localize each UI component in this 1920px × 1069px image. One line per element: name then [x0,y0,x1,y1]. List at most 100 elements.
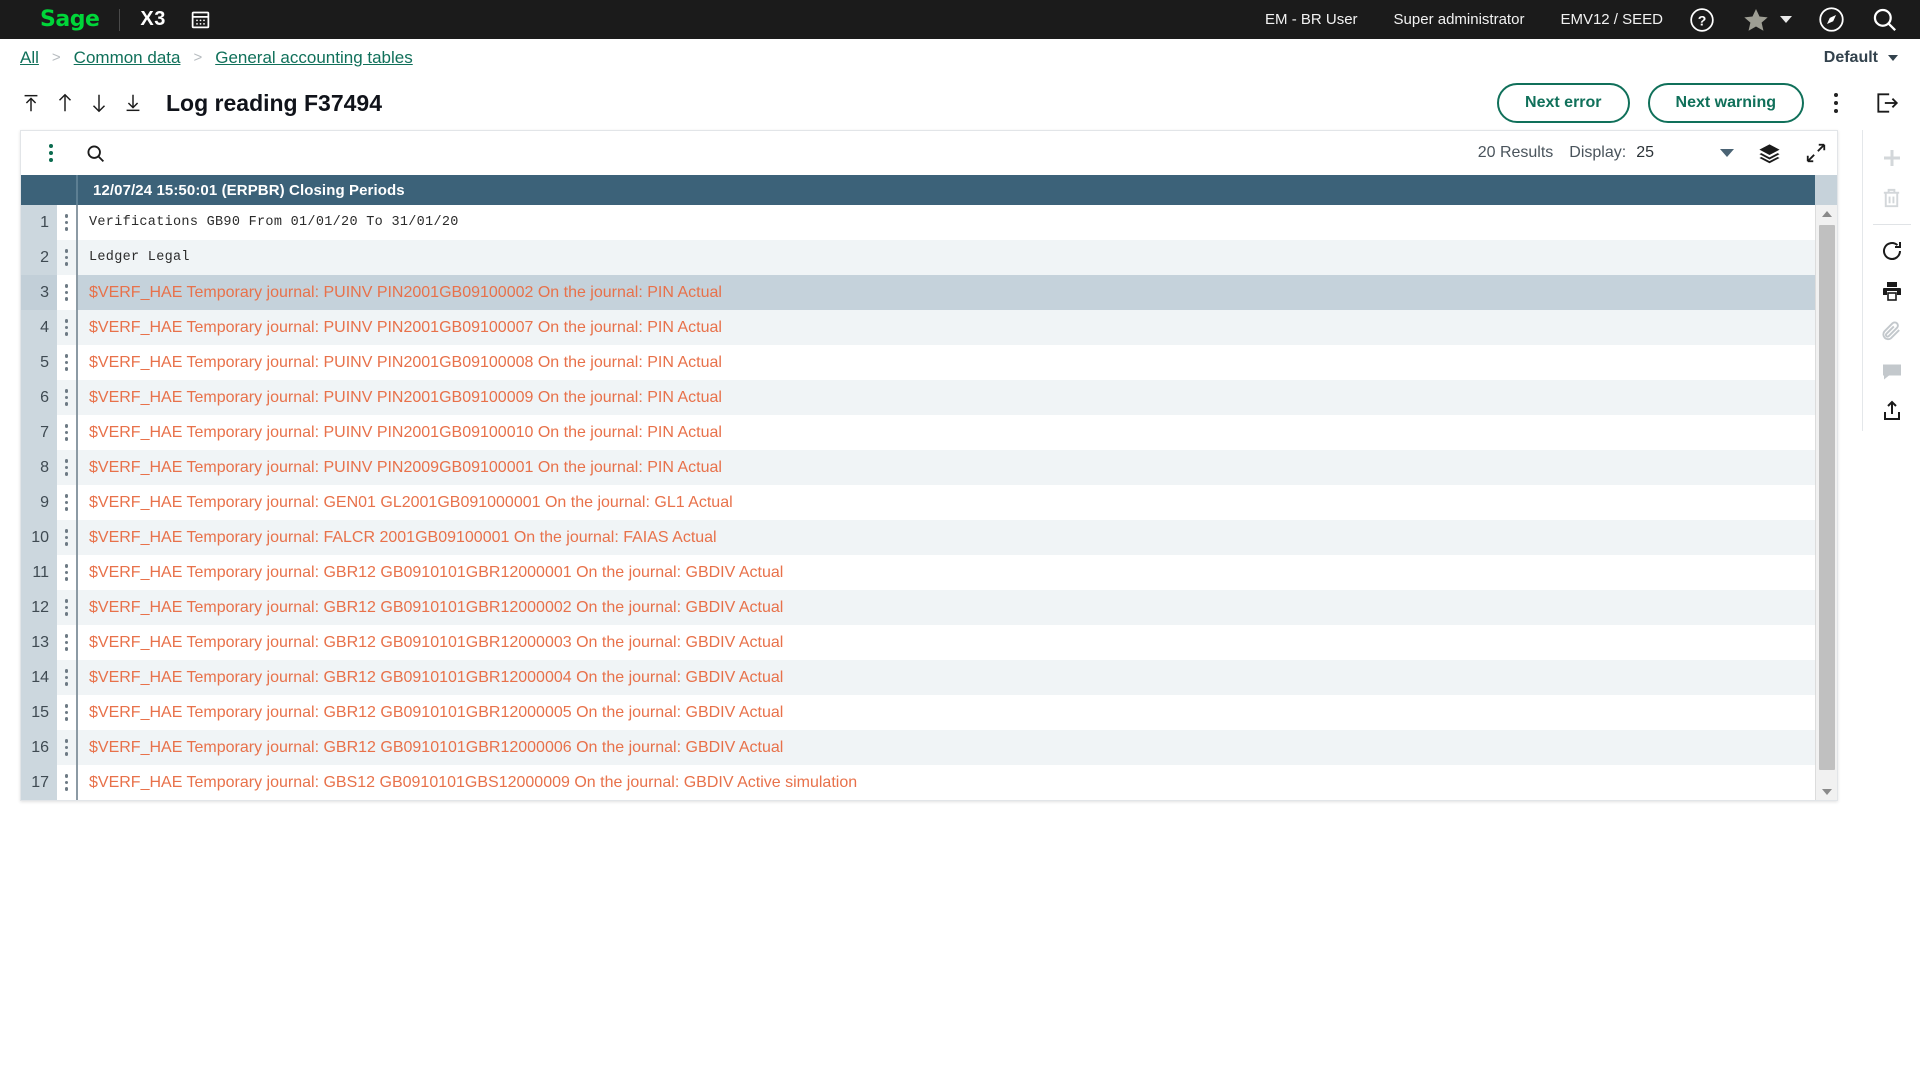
row-number: 4 [21,310,57,345]
vertical-scrollbar[interactable] [1815,205,1837,800]
row-number: 2 [21,240,57,275]
table-row[interactable]: 10 $VERF_HAE Temporary journal: FALCR 200… [21,520,1837,555]
table-row[interactable]: 14 $VERF_HAE Temporary journal: GBR12 GB0… [21,660,1837,695]
row-actions-icon[interactable] [57,485,78,520]
topbar-link-folder[interactable]: EMV12 / SEED [1560,11,1663,28]
row-message: $VERF_HAE Temporary journal: GBR12 GB091… [89,598,784,616]
table-header-title: 12/07/24 15:50:01 (ERPBR) Closing Period… [93,181,405,199]
row-number: 1 [21,205,57,240]
attachment-paperclip-icon[interactable] [1870,311,1914,351]
add-icon[interactable] [1870,138,1914,178]
row-actions-icon[interactable] [57,555,78,590]
row-actions-icon[interactable] [57,695,78,730]
favorites-star-icon[interactable] [1741,6,1792,34]
chevron-down-icon[interactable] [1720,149,1734,157]
table-row[interactable]: 5 $VERF_HAE Temporary journal: PUINV PIN2… [21,345,1837,380]
row-actions-icon[interactable] [57,590,78,625]
share-upload-icon[interactable] [1870,391,1914,431]
table-row[interactable]: 15 $VERF_HAE Temporary journal: GBR12 GB0… [21,695,1837,730]
topbar-link-endpoint[interactable]: EM - BR User [1265,11,1358,28]
row-actions-icon[interactable] [57,730,78,765]
row-actions-icon[interactable] [57,275,78,310]
table-row[interactable]: 6 $VERF_HAE Temporary journal: PUINV PIN2… [21,380,1837,415]
breadcrumb-separator: > [51,49,61,66]
right-action-sidebar [1862,130,1920,431]
row-actions-icon[interactable] [57,450,78,485]
table-row[interactable]: 16 $VERF_HAE Temporary journal: GBR12 GB0… [21,730,1837,765]
row-number: 14 [21,660,57,695]
exit-icon[interactable] [1874,90,1900,116]
x3-product-logo[interactable]: X3 [140,8,165,31]
go-to-first-icon[interactable] [14,86,48,120]
grid-options-icon[interactable] [43,140,59,166]
chevron-down-icon[interactable] [1888,54,1898,61]
go-to-last-icon[interactable] [116,86,150,120]
table-row[interactable]: 9 $VERF_HAE Temporary journal: GEN01 GL20… [21,485,1837,520]
row-message: $VERF_HAE Temporary journal: GBR12 GB091… [89,633,784,651]
help-icon[interactable]: ? [1689,7,1715,33]
chevron-down-icon[interactable] [1780,16,1792,23]
row-number: 7 [21,415,57,450]
row-actions-icon[interactable] [57,520,78,555]
table-row[interactable]: 8 $VERF_HAE Temporary journal: PUINV PIN2… [21,450,1837,485]
expand-icon[interactable] [1805,142,1827,164]
sage-logo[interactable]: Sage [40,7,100,32]
row-actions-icon[interactable] [57,310,78,345]
row-actions-icon[interactable] [57,380,78,415]
row-message: $VERF_HAE Temporary journal: GBS12 GB091… [89,773,858,791]
table-row[interactable]: 1 Verifications GB90 From 01/01/20 To 31/… [21,205,1837,240]
vertical-scrollbar-thumb[interactable] [1819,225,1835,770]
scroll-up-arrow-icon[interactable] [1816,205,1837,222]
table-row[interactable]: 13 $VERF_HAE Temporary journal: GBR12 GB0… [21,625,1837,660]
topbar-link-role[interactable]: Super administrator [1394,11,1525,28]
next-error-button[interactable]: Next error [1497,83,1630,123]
search-icon[interactable] [1871,6,1898,33]
display-count-label: Display: 25 [1569,144,1654,162]
view-selector-label[interactable]: Default [1824,49,1878,67]
scroll-down-arrow-icon[interactable] [1816,783,1837,800]
row-number: 16 [21,730,57,765]
table-row[interactable]: 4 $VERF_HAE Temporary journal: PUINV PIN2… [21,310,1837,345]
table-row[interactable]: 17 $VERF_HAE Temporary journal: GBS12 GB0… [21,765,1837,800]
row-message: Ledger Legal [89,250,190,265]
table-row[interactable]: 2 Ledger Legal [21,240,1837,275]
row-message: $VERF_HAE Temporary journal: PUINV PIN20… [89,423,722,441]
page-title-bar: Log reading F37494 Next error Next warni… [0,76,1920,130]
print-icon[interactable] [1870,271,1914,311]
row-message: $VERF_HAE Temporary journal: PUINV PIN20… [89,388,722,406]
table-row[interactable]: 11 $VERF_HAE Temporary journal: GBR12 GB0… [21,555,1837,590]
search-icon[interactable] [85,143,106,164]
grid-toolbar: 20 Results Display: 25 [21,131,1837,175]
row-number: 15 [21,695,57,730]
row-actions-icon[interactable] [57,205,78,240]
table-row[interactable]: 12 $VERF_HAE Temporary journal: GBR12 GB0… [21,590,1837,625]
breadcrumb-item-all[interactable]: All [20,48,39,68]
more-actions-icon[interactable] [1820,85,1852,121]
row-actions-icon[interactable] [57,625,78,660]
row-actions-icon[interactable] [57,345,78,380]
table-row[interactable]: 7 $VERF_HAE Temporary journal: PUINV PIN2… [21,415,1837,450]
table-header-scroll-spacer [1815,175,1837,205]
breadcrumb-item-general-accounting-tables[interactable]: General accounting tables [215,48,413,68]
row-actions-icon[interactable] [57,415,78,450]
navigation-compass-icon[interactable] [1818,6,1845,33]
topbar-divider [119,8,121,31]
go-to-next-icon[interactable] [82,86,116,120]
row-actions-icon[interactable] [57,765,78,800]
calendar-icon[interactable] [190,9,211,30]
go-to-previous-icon[interactable] [48,86,82,120]
row-message: $VERF_HAE Temporary journal: GBR12 GB091… [89,738,784,756]
row-actions-icon[interactable] [57,660,78,695]
next-warning-button[interactable]: Next warning [1647,83,1804,123]
display-count-value[interactable]: 25 [1636,144,1654,161]
delete-trash-icon[interactable] [1870,178,1914,218]
row-actions-icon[interactable] [57,240,78,275]
breadcrumb-item-common-data[interactable]: Common data [74,48,181,68]
row-message: $VERF_HAE Temporary journal: PUINV PIN20… [78,275,1837,310]
layers-icon[interactable] [1758,142,1781,165]
comment-bubble-icon[interactable] [1870,351,1914,391]
row-message: $VERF_HAE Temporary journal: GEN01 GL200… [89,493,733,511]
refresh-icon[interactable] [1870,231,1914,271]
table-row[interactable]: 3 $VERF_HAE Temporary journal: PUINV PIN2… [21,275,1837,310]
row-message: $VERF_HAE Temporary journal: GBR12 GB091… [89,563,784,581]
